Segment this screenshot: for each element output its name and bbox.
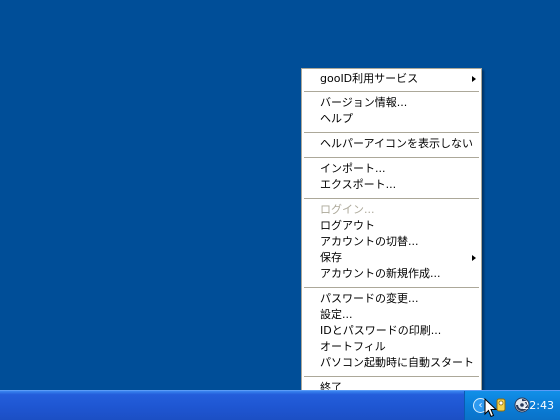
menu-item-label: オートフィル <box>320 340 386 353</box>
menu-separator <box>304 198 479 199</box>
menu-item-autofill[interactable]: オートフィル <box>304 339 479 355</box>
menu-item-label: アカウントの新規作成... <box>320 267 441 280</box>
menu-separator <box>304 376 479 377</box>
menu-item-hide-helper-icon[interactable]: ヘルパーアイコンを表示しない <box>304 136 479 152</box>
menu-separator <box>304 287 479 288</box>
menu-item-change-password[interactable]: パスワードの変更... <box>304 291 479 307</box>
menu-item-label: インポート... <box>320 162 386 175</box>
menu-item-create-account[interactable]: アカウントの新規作成... <box>304 266 479 282</box>
goo-helper-icon[interactable] <box>493 397 509 413</box>
menu-separator <box>304 132 479 133</box>
menu-item-label: IDとパスワードの印刷... <box>320 324 442 337</box>
menu-separator <box>304 157 479 158</box>
menu-item-label: アカウントの切替... <box>320 235 419 248</box>
menu-item-gooid-services[interactable]: gooID利用サービス <box>304 71 479 87</box>
menu-item-label: パソコン起動時に自動スタート <box>320 356 474 369</box>
menu-item-label: バージョン情報... <box>320 96 408 109</box>
menu-item-label: ヘルパーアイコンを表示しない <box>320 137 474 150</box>
context-menu: gooID利用サービス バージョン情報... ヘルプ ヘルパーアイコンを表示しな… <box>301 68 482 399</box>
menu-separator <box>304 91 479 92</box>
menu-item-logout[interactable]: ログアウト <box>304 218 479 234</box>
menu-item-save[interactable]: 保存 <box>304 250 479 266</box>
menu-item-help[interactable]: ヘルプ <box>304 111 479 127</box>
menu-item-export[interactable]: エクスポート... <box>304 177 479 193</box>
menu-item-label: 設定... <box>320 308 353 321</box>
menu-item-print-credentials[interactable]: IDとパスワードの印刷... <box>304 323 479 339</box>
chevron-left-icon[interactable]: ‹ <box>473 398 488 413</box>
menu-item-label: ログイン... <box>320 203 375 216</box>
submenu-arrow-icon <box>472 255 476 261</box>
menu-item-login: ログイン... <box>304 202 479 218</box>
menu-item-label: エクスポート... <box>320 178 397 191</box>
menu-item-version-info[interactable]: バージョン情報... <box>304 95 479 111</box>
taskbar[interactable]: ‹ 22:43 <box>0 390 560 420</box>
system-tray: ‹ 22:43 <box>464 391 560 420</box>
menu-item-label: ヘルプ <box>320 112 353 125</box>
menu-item-label: ログアウト <box>320 219 375 232</box>
menu-item-autostart[interactable]: パソコン起動時に自動スタート <box>304 355 479 371</box>
menu-item-switch-account[interactable]: アカウントの切替... <box>304 234 479 250</box>
menu-item-label: 保存 <box>320 251 342 264</box>
menu-item-label: gooID利用サービス <box>320 72 419 85</box>
submenu-arrow-icon <box>472 76 476 82</box>
clock[interactable]: 22:43 <box>522 399 554 412</box>
menu-item-import[interactable]: インポート... <box>304 161 479 177</box>
menu-item-settings[interactable]: 設定... <box>304 307 479 323</box>
menu-item-label: パスワードの変更... <box>320 292 419 305</box>
